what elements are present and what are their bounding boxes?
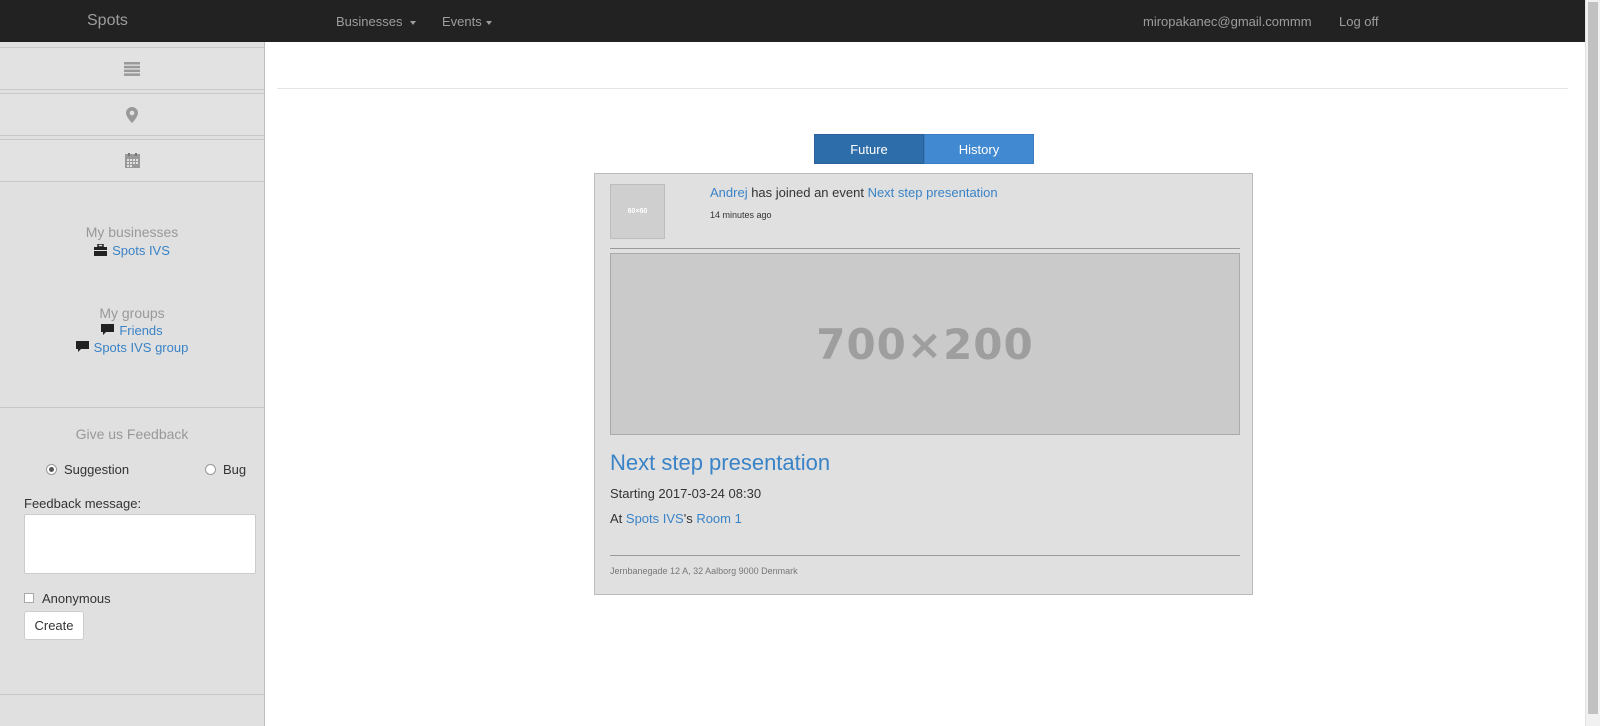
sidebar-map-button[interactable] — [0, 93, 264, 136]
event-address: Jernbanegade 12 A, 32 Aalborg 9000 Denma… — [610, 566, 798, 576]
business-item: Spots IVS — [0, 243, 264, 258]
create-button[interactable]: Create — [24, 611, 84, 640]
feedback-message-label: Feedback message: — [24, 496, 142, 511]
tab-future[interactable]: Future — [814, 134, 924, 164]
anonymous-checkbox-row[interactable]: Anonymous — [24, 591, 111, 606]
group-item: Friends — [0, 323, 264, 338]
map-marker-icon — [126, 106, 138, 123]
user-link[interactable]: Andrej — [710, 185, 748, 200]
group-item: Spots IVS group — [0, 340, 264, 355]
top-navbar: Spots Businesses Events miropakanec@gmai… — [0, 0, 1600, 42]
my-groups-title: My groups — [99, 305, 165, 321]
nav-events-dropdown[interactable]: Events — [442, 14, 492, 29]
calendar-icon — [124, 153, 140, 168]
event-location: At Spots IVS's Room 1 — [610, 511, 742, 526]
tab-history[interactable]: History — [924, 134, 1034, 164]
sidebar-calendar-button[interactable] — [0, 139, 264, 182]
possessive: 's — [683, 511, 697, 526]
sidebar-divider — [0, 694, 264, 695]
scrollbar-thumb[interactable] — [1588, 2, 1598, 714]
business-link-spots-ivs[interactable]: Spots IVS — [112, 243, 170, 258]
card-divider — [610, 555, 1240, 556]
event-image-placeholder: 700×200 — [610, 253, 1240, 435]
nav-businesses-dropdown[interactable]: Businesses — [336, 14, 417, 29]
radio-bug[interactable]: Bug — [205, 462, 246, 477]
caret-down-icon — [485, 20, 492, 25]
caret-down-icon — [410, 20, 417, 25]
event-title-link[interactable]: Next step presentation — [610, 450, 830, 476]
radio-bug-label: Bug — [223, 462, 247, 477]
header-divider — [277, 88, 1568, 89]
radio-button[interactable] — [205, 464, 216, 475]
comment-icon — [75, 341, 89, 352]
radio-suggestion-label: Suggestion — [64, 462, 130, 477]
card-divider — [610, 248, 1240, 249]
group-link-spots-ivs-group[interactable]: Spots IVS group — [94, 340, 189, 355]
my-businesses-title: My businesses — [85, 224, 179, 240]
radio-button-checked[interactable] — [46, 464, 57, 475]
feedback-title: Give us Feedback — [75, 426, 189, 442]
avatar: 60×60 — [610, 184, 665, 239]
nav-events-label: Events — [442, 14, 482, 29]
timestamp: 14 minutes ago — [710, 210, 772, 220]
sidebar-list-button[interactable] — [0, 47, 264, 90]
briefcase-icon — [94, 244, 108, 256]
nav-businesses-label: Businesses — [336, 14, 403, 29]
event-link[interactable]: Next step presentation — [868, 185, 998, 200]
brand-link[interactable]: Spots — [87, 12, 128, 30]
anonymous-label: Anonymous — [42, 591, 111, 606]
group-link-friends[interactable]: Friends — [119, 323, 162, 338]
list-icon — [124, 61, 140, 76]
event-feed-card: 60×60 Andrej has joined an event Next st… — [594, 173, 1253, 595]
sidebar-divider — [0, 407, 264, 408]
comment-icon — [101, 324, 115, 335]
venue-link[interactable]: Spots IVS — [626, 511, 684, 526]
activity-action: has joined an event — [747, 185, 868, 200]
feedback-message-textarea[interactable] — [24, 514, 256, 574]
user-email-link[interactable]: miropakanec@gmail.commm — [1143, 14, 1312, 29]
room-link[interactable]: Room 1 — [696, 511, 742, 526]
event-start-time: Starting 2017-03-24 08:30 — [610, 486, 762, 501]
radio-suggestion[interactable]: Suggestion — [46, 462, 129, 477]
logoff-link[interactable]: Log off — [1339, 14, 1379, 29]
at-prefix: At — [610, 511, 626, 526]
activity-text: Andrej has joined an event Next step pre… — [710, 185, 998, 200]
anonymous-checkbox[interactable] — [24, 593, 34, 603]
